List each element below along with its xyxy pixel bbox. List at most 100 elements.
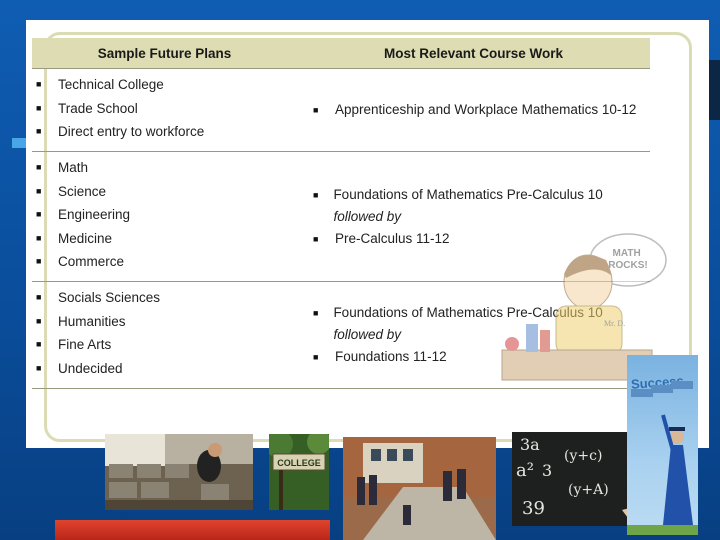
bullet-icon: ■ xyxy=(313,352,319,362)
classroom-photo xyxy=(105,434,253,510)
teacher-name-tag: Mr. D. xyxy=(604,319,625,328)
table-header-row: Sample Future Plans Most Relevant Course… xyxy=(32,38,650,69)
books-blue xyxy=(526,324,538,352)
floor xyxy=(105,500,253,510)
chalk-line-6: (y+A) xyxy=(568,482,609,498)
table-row: ■ Technical College ■ Trade School ■ Direct… xyxy=(32,69,650,152)
list-item: ■ Humanities xyxy=(36,310,297,334)
plans-cell: ■ Socials Sciences ■ Humanities ■ Fine Arts… xyxy=(32,282,297,388)
college-sign-text: COLLEGE xyxy=(277,458,321,468)
bullet-icon: ■ xyxy=(36,292,42,302)
bottom-red-bar xyxy=(55,520,330,540)
desk xyxy=(137,464,161,478)
window-glow xyxy=(105,434,165,466)
plan-label: Undecided xyxy=(58,360,123,376)
plan-label: Science xyxy=(58,183,107,199)
course-label: Pre-Calculus 11-12 xyxy=(335,230,450,246)
stair-step xyxy=(671,381,693,389)
graduation-cap xyxy=(669,427,685,431)
list-item: ■ Commerce xyxy=(36,250,297,274)
person xyxy=(369,475,377,505)
window xyxy=(387,449,397,461)
list-item: ■ Apprenticeship and Workplace Mathematic… xyxy=(313,99,650,121)
desk xyxy=(165,464,189,478)
courses-cell: ■ Apprenticeship and Workplace Mathematic… xyxy=(297,69,650,151)
plan-label: Direct entry to workforce xyxy=(58,124,205,139)
student-head xyxy=(208,443,222,457)
college-sign-photo: COLLEGE xyxy=(269,434,329,510)
person xyxy=(403,505,411,525)
person xyxy=(443,471,452,501)
chalk-line-4: 39 xyxy=(522,498,545,519)
course-label: Apprenticeship and Workplace Mathematics… xyxy=(335,102,637,117)
list-item: ■ Undecided xyxy=(36,357,297,381)
plan-label: Technical College xyxy=(58,77,164,92)
plan-label: Engineering xyxy=(58,207,131,222)
bullet-icon: ■ xyxy=(36,102,42,113)
list-item: ■ Science xyxy=(36,180,297,204)
college-sign-image: COLLEGE xyxy=(269,434,329,510)
course-emphasis: followed by xyxy=(333,327,401,342)
stair-step xyxy=(631,389,653,397)
success-image: Success xyxy=(627,373,698,535)
list-item: ■ Socials Sciences xyxy=(36,286,297,310)
success-graduate-photo: Success xyxy=(627,355,698,535)
list-item: ■ Technical College xyxy=(36,73,297,97)
bullet-icon: ■ xyxy=(36,185,42,196)
bullet-icon: ■ xyxy=(36,315,42,326)
chalk-line-2: a² xyxy=(516,460,534,481)
plan-label: Fine Arts xyxy=(58,337,112,352)
plans-cell: ■ Technical College ■ Trade School ■ Direct… xyxy=(32,69,297,151)
plan-label: Math xyxy=(58,160,89,175)
bullet-icon: ■ xyxy=(36,162,42,172)
chalk-line-1: 3a xyxy=(520,435,540,454)
list-item: ■ Direct entry to workforce xyxy=(36,120,297,144)
campus-image xyxy=(343,437,496,540)
list-item: ■ Engineering xyxy=(36,203,297,227)
list-item: ■ Trade School xyxy=(36,97,297,121)
course-emphasis: followed by xyxy=(333,208,401,224)
speech-bubble-line-1: MATH xyxy=(613,248,641,259)
grass xyxy=(627,525,698,535)
desk xyxy=(109,464,133,478)
bullet-icon: ■ xyxy=(36,126,42,136)
bullet-icon: ■ xyxy=(36,232,42,243)
course-label: Foundations of Mathematics Pre-Calculus … xyxy=(333,186,603,202)
stair-step xyxy=(651,385,673,393)
window xyxy=(403,449,413,461)
desk xyxy=(201,484,229,500)
plan-label: Socials Sciences xyxy=(58,290,161,305)
plan-label: Commerce xyxy=(58,254,125,269)
plans-cell: ■ Math ■ Science ■ Engineering ■ Medicine ■ C… xyxy=(32,152,297,281)
classroom-image xyxy=(105,434,253,510)
speech-bubble-line-2: ROCKS! xyxy=(608,260,647,271)
desk xyxy=(109,482,137,498)
plan-label: Humanities xyxy=(58,313,126,329)
bullet-icon: ■ xyxy=(36,256,42,266)
teacher-body xyxy=(555,305,623,355)
campus-photo xyxy=(343,437,496,540)
bullet-icon: ■ xyxy=(313,105,319,115)
person xyxy=(457,469,466,499)
books-red xyxy=(540,330,550,352)
course-label: Foundations 11-12 xyxy=(335,349,447,364)
list-item: ■ Math xyxy=(36,156,297,180)
list-item: ■ Foundations of Mathematics Pre-Calculus… xyxy=(313,184,650,228)
bullet-icon: ■ xyxy=(36,339,42,349)
plan-label: Trade School xyxy=(58,100,138,116)
bullet-icon: ■ xyxy=(36,79,42,89)
list-item: ■ Fine Arts xyxy=(36,333,297,357)
sign-post xyxy=(279,470,283,510)
chalk-line-3: 3 xyxy=(542,461,552,480)
header-most-relevant-course-work: Most Relevant Course Work xyxy=(383,45,564,61)
header-sample-future-plans: Sample Future Plans xyxy=(97,45,232,61)
person xyxy=(357,477,365,505)
list-item: ■ Medicine xyxy=(36,227,297,251)
window xyxy=(371,449,381,461)
plan-label: Medicine xyxy=(58,230,113,246)
chalk-line-5: (y+c) xyxy=(564,448,602,464)
apple-icon xyxy=(505,337,519,351)
bullet-icon: ■ xyxy=(313,308,319,318)
bullet-icon: ■ xyxy=(36,209,42,219)
bullet-icon: ■ xyxy=(36,362,42,373)
